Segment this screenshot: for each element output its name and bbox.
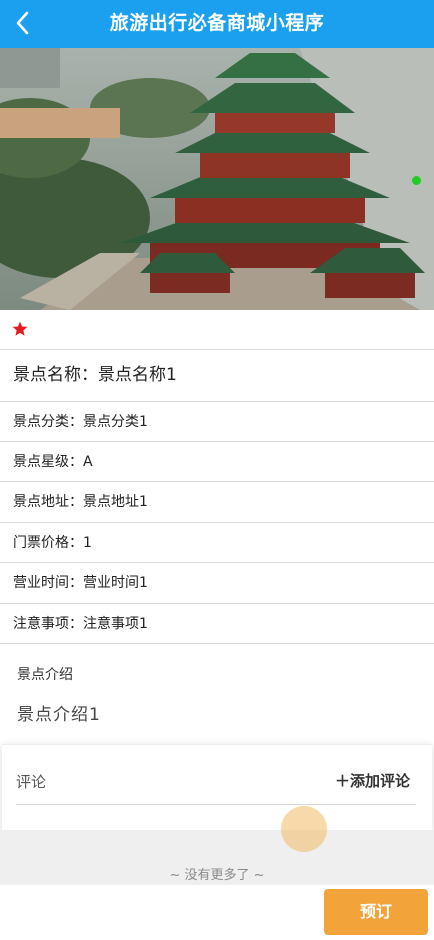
divider [16,804,416,805]
detail-label: 景点分类： [13,414,83,430]
detail-value: 景点名称1 [98,365,177,385]
intro-text: 景点介绍1 [17,705,101,725]
detail-row-hours: 营业时间：营业时间1 [0,562,434,603]
detail-row-rating: 景点星级：A [0,441,434,481]
detail-value: 营业时间1 [83,575,148,591]
page-title: 旅游出行必备商城小程序 [109,12,325,34]
detail-value: 注意事项1 [83,616,148,632]
detail-row-price: 门票价格：1 [0,522,434,562]
comments-section: 评论 ＋添加评论 [2,744,432,831]
detail-label: 景点星级： [13,454,83,470]
detail-label: 景点地址： [13,494,83,510]
detail-value: 1 [83,535,92,551]
detail-row-name: 景点名称：景点名称1 [0,349,434,401]
detail-value: A [83,454,93,470]
detail-label: 门票价格： [13,535,83,551]
detail-row-category: 景点分类：景点分类1 [0,401,434,441]
add-comment-button[interactable]: ＋添加评论 [335,770,410,791]
detail-row-address: 景点地址：景点地址1 [0,481,434,522]
status-indicator [412,176,421,185]
comments-label: 评论 [16,773,47,791]
attraction-photo [0,48,434,310]
intro-heading: 景点介绍 [17,667,73,683]
no-more-text: ~ 没有更多了 ~ [169,868,265,883]
star-icon[interactable] [12,321,28,337]
detail-value: 景点分类1 [83,414,148,430]
book-button[interactable]: 预订 [324,889,428,935]
touch-indicator [281,806,327,852]
detail-value: 景点地址1 [83,494,148,510]
favorite-row [0,312,434,348]
detail-label: 景点名称： [13,365,98,385]
top-bar: 旅游出行必备商城小程序 [0,0,434,48]
detail-label: 营业时间： [13,575,83,591]
detail-label: 注意事项： [13,616,83,632]
detail-row-notes: 注意事项：注意事项1 [0,603,434,644]
